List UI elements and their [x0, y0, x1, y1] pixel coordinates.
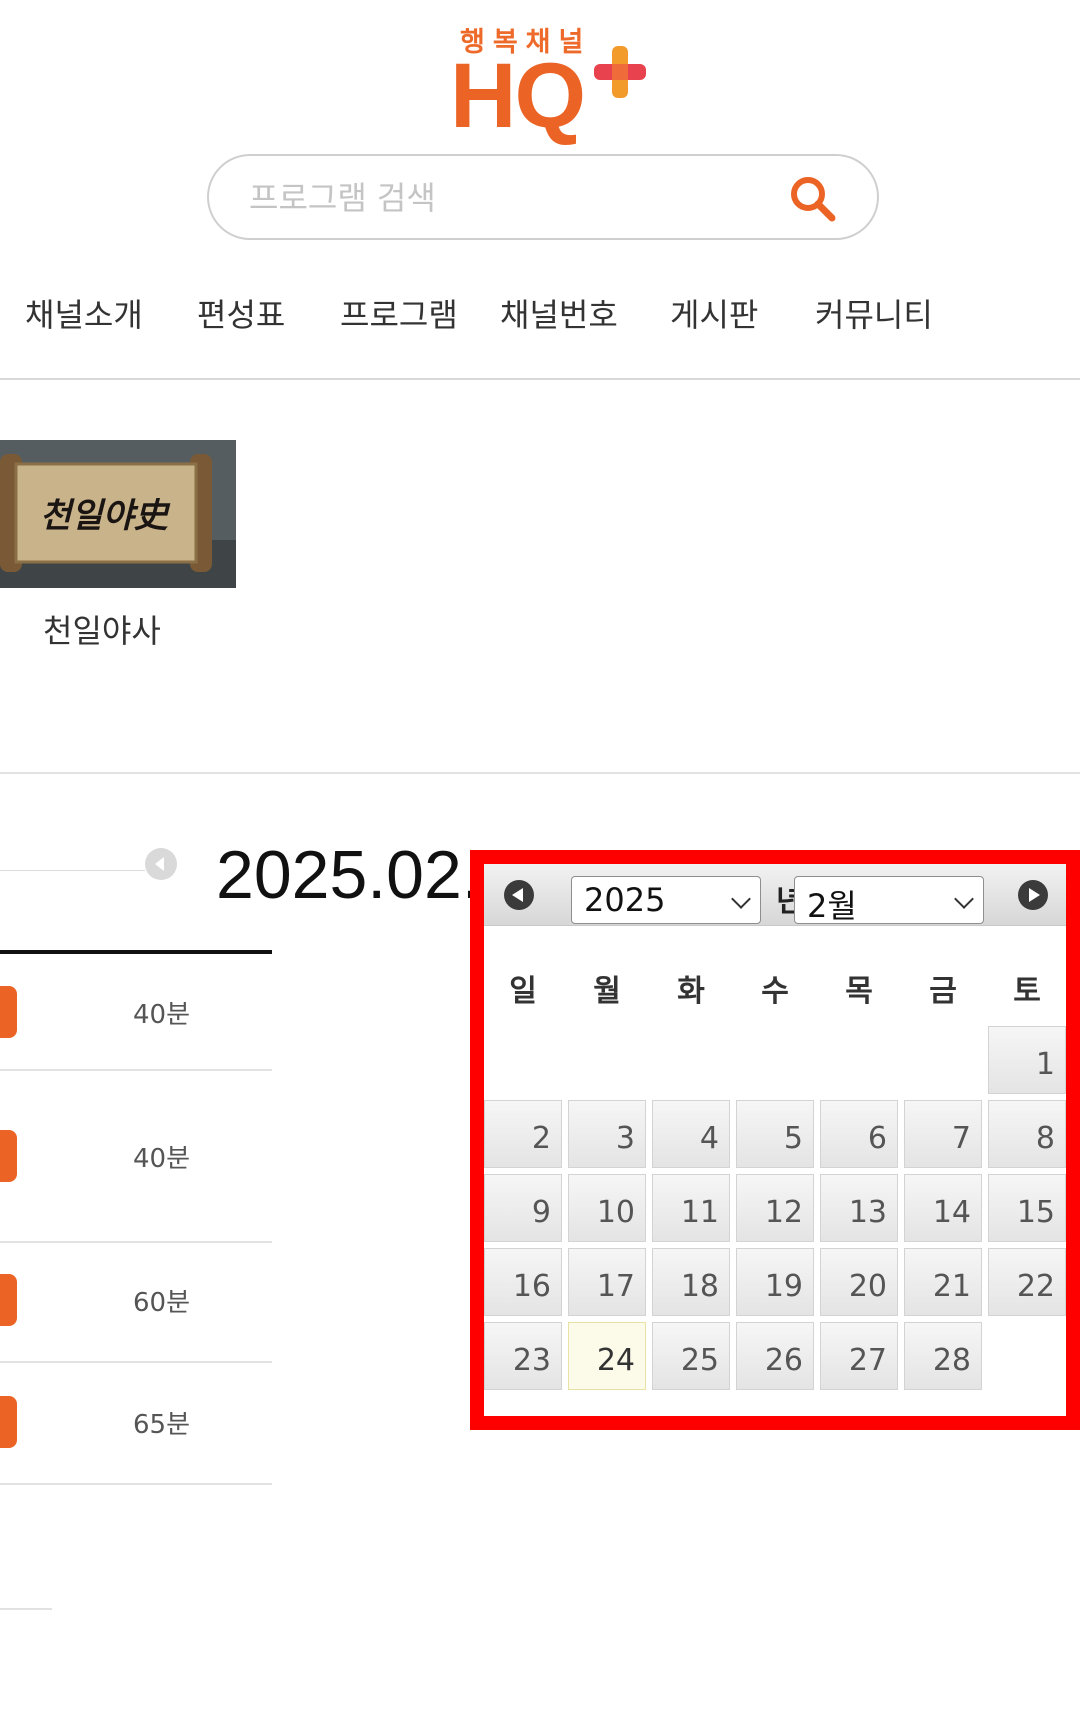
day-cell[interactable]: 15: [988, 1174, 1066, 1242]
datepicker-popup: 2025 년 2월 일 월 화 수 목 금 토 1 2 3 4 5 6 7 8 9 10 11 12 1…: [470, 850, 1080, 1430]
category-marker: [0, 986, 17, 1038]
logo-text: HQ: [450, 45, 586, 147]
category-marker: [0, 1274, 17, 1326]
duration-label: 65분: [133, 1410, 191, 1440]
day-cell[interactable]: 17: [568, 1248, 646, 1316]
schedule-header-rule: [0, 950, 272, 954]
thumbnail-calligraphy: 천일야史: [40, 496, 168, 536]
nav-item-schedule[interactable]: 편성표: [197, 290, 285, 336]
datepicker-day-grid: 1 2 3 4 5 6 7 8 9 10 11 12 13 14 15 16 17 18 19 20 21 22 23 24 2…: [484, 864, 1066, 1416]
nav-item-channel-intro[interactable]: 채널소개: [25, 290, 143, 336]
day-cell[interactable]: 27: [820, 1322, 898, 1390]
day-cell[interactable]: 11: [652, 1174, 730, 1242]
search-icon: [791, 177, 836, 222]
section-divider: [0, 772, 1080, 774]
main-nav: 채널소개 편성표 프로그램 채널번호 게시판 커뮤니티: [0, 290, 1080, 350]
day-cell[interactable]: 9: [484, 1174, 562, 1242]
day-cell[interactable]: 24: [568, 1322, 646, 1390]
day-cell[interactable]: 6: [820, 1100, 898, 1168]
prev-date-icon[interactable]: [145, 848, 177, 880]
day-cell[interactable]: 3: [568, 1100, 646, 1168]
day-cell[interactable]: 10: [568, 1174, 646, 1242]
row-divider: [0, 1241, 272, 1243]
nav-item-program[interactable]: 프로그램: [340, 290, 458, 336]
plus-icon: [594, 46, 646, 98]
nav-item-channel-number[interactable]: 채널번호: [500, 290, 618, 336]
day-cell[interactable]: 16: [484, 1248, 562, 1316]
day-cell[interactable]: 4: [652, 1100, 730, 1168]
day-cell[interactable]: 1: [988, 1026, 1066, 1094]
day-cell[interactable]: 13: [820, 1174, 898, 1242]
hq-logo[interactable]: 행복채널 HQ: [450, 20, 670, 142]
day-cell[interactable]: 18: [652, 1248, 730, 1316]
nav-item-board[interactable]: 게시판: [670, 290, 758, 336]
nav-divider: [0, 378, 1080, 380]
search-bar: [207, 154, 879, 240]
day-cell[interactable]: 5: [736, 1100, 814, 1168]
day-cell[interactable]: 12: [736, 1174, 814, 1242]
category-marker: [0, 1396, 17, 1448]
day-cell[interactable]: 8: [988, 1100, 1066, 1168]
day-cell[interactable]: 23: [484, 1322, 562, 1390]
nav-item-community[interactable]: 커뮤니티: [815, 290, 933, 336]
program-title[interactable]: 천일야사: [43, 606, 161, 652]
row-divider: [0, 1069, 272, 1071]
day-cell[interactable]: 19: [736, 1248, 814, 1316]
search-button[interactable]: [787, 173, 839, 225]
day-cell[interactable]: 28: [904, 1322, 982, 1390]
duration-label: 60분: [133, 1288, 191, 1318]
row-divider: [0, 1361, 272, 1363]
duration-label: 40분: [133, 1000, 191, 1030]
date-divider: [0, 870, 145, 871]
schedule-date[interactable]: 2025.02.: [216, 836, 481, 914]
day-cell[interactable]: 26: [736, 1322, 814, 1390]
program-thumbnail[interactable]: 천일야史: [0, 440, 236, 588]
day-cell[interactable]: 2: [484, 1100, 562, 1168]
search-input[interactable]: [249, 170, 769, 226]
day-cell[interactable]: 14: [904, 1174, 982, 1242]
day-cell[interactable]: 25: [652, 1322, 730, 1390]
list-end-divider: [0, 1608, 52, 1610]
duration-label: 40분: [133, 1144, 191, 1174]
day-cell[interactable]: 20: [820, 1248, 898, 1316]
row-divider: [0, 1483, 272, 1485]
day-cell[interactable]: 7: [904, 1100, 982, 1168]
category-marker: [0, 1130, 17, 1182]
day-cell[interactable]: 22: [988, 1248, 1066, 1316]
day-cell[interactable]: 21: [904, 1248, 982, 1316]
